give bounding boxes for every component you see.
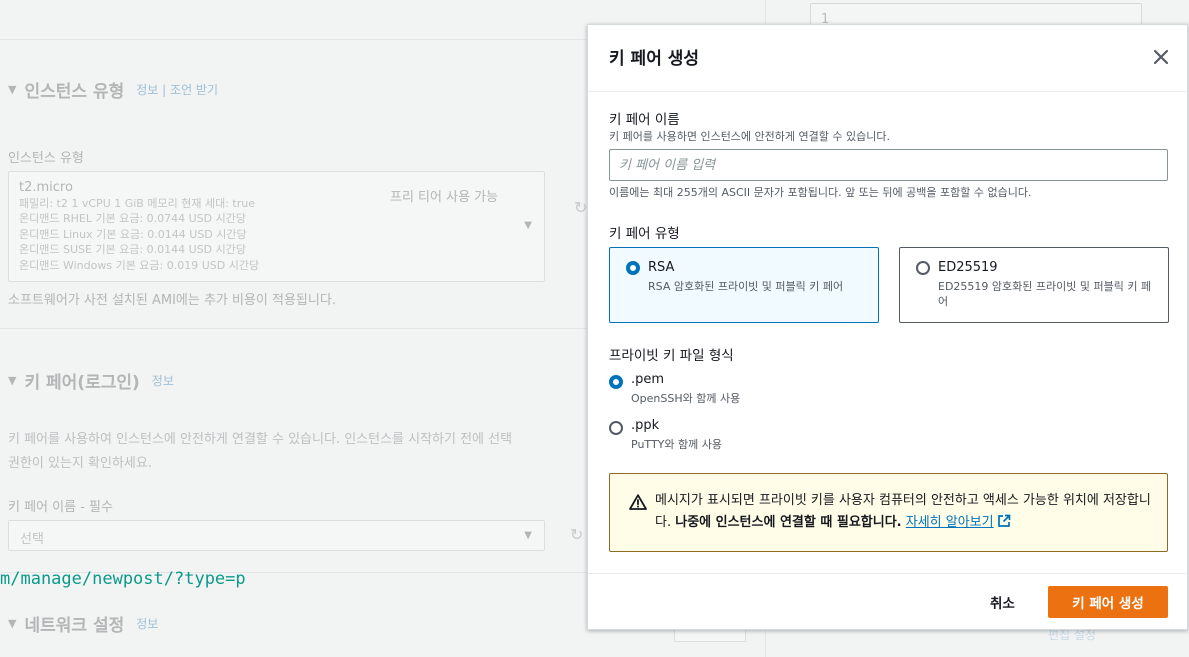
learn-more-link[interactable]: 자세히 알아보기 bbox=[905, 514, 1011, 530]
ami-cost-note: 소프트웨어가 사전 설치된 AMI에는 추가 비용이 적용됩니다. bbox=[8, 293, 336, 308]
alert-bold-text: 나중에 인스턴스에 연결할 때 필요합니다. bbox=[675, 515, 902, 530]
tile-description: ED25519 암호화된 프라이빗 및 퍼블릭 키 페어 bbox=[938, 280, 1152, 308]
create-key-pair-modal: 키 페어 생성 키 페어 이름 키 페어를 사용하면 인스턴스에 안전하게 연결… bbox=[587, 24, 1188, 630]
radio-unselected-icon[interactable] bbox=[916, 261, 930, 275]
network-section-header[interactable]: ▼ 네트워크 설정 정보 bbox=[8, 611, 158, 636]
key-pair-name-input[interactable] bbox=[609, 149, 1168, 181]
modal-title: 키 페어 생성 bbox=[609, 49, 700, 69]
key-pair-select[interactable]: 선택 ▼ bbox=[8, 520, 545, 551]
price-line: 온디맨드 RHEL 기본 요금: 0.0744 USD 시간당 bbox=[19, 212, 246, 225]
key-type-tile-rsa[interactable]: RSA RSA 암호화된 프라이빗 및 퍼블릭 키 페어 bbox=[609, 247, 879, 323]
key-pair-name-label: 키 페어 이름 - 필수 bbox=[8, 500, 113, 515]
key-pair-name-hint: 이름에는 최대 255개의 ASCII 문자가 포함됩니다. 앞 또는 뒤에 공… bbox=[609, 186, 1032, 199]
radio-unselected-icon[interactable] bbox=[609, 421, 623, 435]
free-tier-badge: 프리 티어 사용 가능 bbox=[390, 190, 499, 205]
learn-more-label: 자세히 알아보기 bbox=[905, 515, 994, 530]
collapse-caret-icon: ▼ bbox=[8, 374, 17, 387]
separator: | bbox=[162, 83, 167, 97]
key-pair-name-label: 키 페어 이름 bbox=[609, 112, 680, 128]
key-pair-section-header[interactable]: ▼ 키 페어(로그인) 정보 bbox=[8, 368, 174, 393]
modal-header: 키 페어 생성 bbox=[588, 25, 1187, 92]
tile-title: ED25519 bbox=[938, 260, 998, 275]
collapse-caret-icon: ▼ bbox=[8, 617, 17, 630]
key-type-tile-ed25519[interactable]: ED25519 ED25519 암호화된 프라이빗 및 퍼블릭 키 페어 bbox=[899, 247, 1169, 323]
collapse-caret-icon: ▼ bbox=[8, 83, 17, 96]
info-link[interactable]: 정보 bbox=[136, 83, 158, 97]
select-placeholder: 선택 bbox=[20, 532, 44, 547]
instance-type-label: 인스턴스 유형 bbox=[8, 151, 84, 166]
section-title: 네트워크 설정 bbox=[24, 616, 125, 636]
cancel-button[interactable]: 취소 bbox=[990, 592, 1015, 612]
create-key-pair-button[interactable]: 키 페어 생성 bbox=[1048, 586, 1168, 618]
section-title: 키 페어(로그인) bbox=[24, 373, 140, 393]
warning-alert: 메시지가 표시되면 프라이빗 키를 사용자 컴퓨터의 안전하고 액세스 가능한 … bbox=[609, 473, 1168, 552]
option-description: OpenSSH와 함께 사용 bbox=[631, 392, 741, 405]
info-link[interactable]: 정보 bbox=[136, 615, 158, 632]
refresh-icon[interactable]: ↻ bbox=[570, 525, 583, 544]
instance-type-section-header[interactable]: ▼ 인스턴스 유형 정보 | 조언 받기 bbox=[8, 77, 218, 102]
price-line: 온디맨드 Windows 기본 요금: 0.019 USD 시간당 bbox=[19, 258, 260, 272]
section-title: 인스턴스 유형 bbox=[24, 82, 125, 102]
tile-description: RSA 암호화된 프라이빗 및 퍼블릭 키 페어 bbox=[648, 280, 844, 293]
key-format-label: 프라이빗 키 파일 형식 bbox=[609, 348, 734, 364]
description-line: 키 페어를 사용하여 인스턴스에 안전하게 연결할 수 있습니다. 인스턴스를 … bbox=[8, 432, 513, 447]
option-title: .pem bbox=[631, 372, 665, 387]
info-links: 정보 | 조언 받기 bbox=[136, 81, 218, 98]
radio-selected-icon[interactable] bbox=[609, 375, 623, 389]
refresh-icon[interactable]: ↻ bbox=[574, 198, 587, 217]
radio-selected-icon[interactable] bbox=[626, 261, 640, 275]
price-line: 온디맨드 Linux 기본 요금: 0.0144 USD 시간당 bbox=[19, 227, 247, 241]
warning-icon bbox=[629, 494, 647, 510]
dropdown-caret-icon: ▼ bbox=[524, 530, 532, 541]
description-line: 권한이 있는지 확인하세요. bbox=[8, 456, 152, 471]
key-pair-type-label: 키 페어 유형 bbox=[609, 226, 680, 242]
key-pair-name-description: 키 페어를 사용하면 인스턴스에 안전하게 연결할 수 있습니다. bbox=[609, 130, 890, 143]
url-overlay-text: m/manage/newpost/?type=p bbox=[0, 569, 246, 589]
option-description: PuTTY와 함께 사용 bbox=[631, 438, 722, 451]
alert-message: 메시지가 표시되면 프라이빗 키를 사용자 컴퓨터의 안전하고 액세스 가능한 … bbox=[655, 490, 1155, 534]
dropdown-caret-icon: ▼ bbox=[524, 220, 532, 231]
tile-title: RSA bbox=[648, 260, 675, 275]
close-icon bbox=[1153, 49, 1169, 65]
info-link[interactable]: 정보 bbox=[152, 372, 174, 389]
external-link-icon bbox=[997, 514, 1010, 527]
close-button[interactable] bbox=[1151, 47, 1171, 67]
key-pair-description: 키 페어를 사용하여 인스턴스에 안전하게 연결할 수 있습니다. 인스턴스를 … bbox=[8, 428, 512, 476]
price-line: 온디맨드 SUSE 기본 요금: 0.0144 USD 시간당 bbox=[19, 243, 246, 256]
advice-link[interactable]: 조언 받기 bbox=[170, 83, 218, 97]
option-title: .ppk bbox=[631, 418, 660, 433]
